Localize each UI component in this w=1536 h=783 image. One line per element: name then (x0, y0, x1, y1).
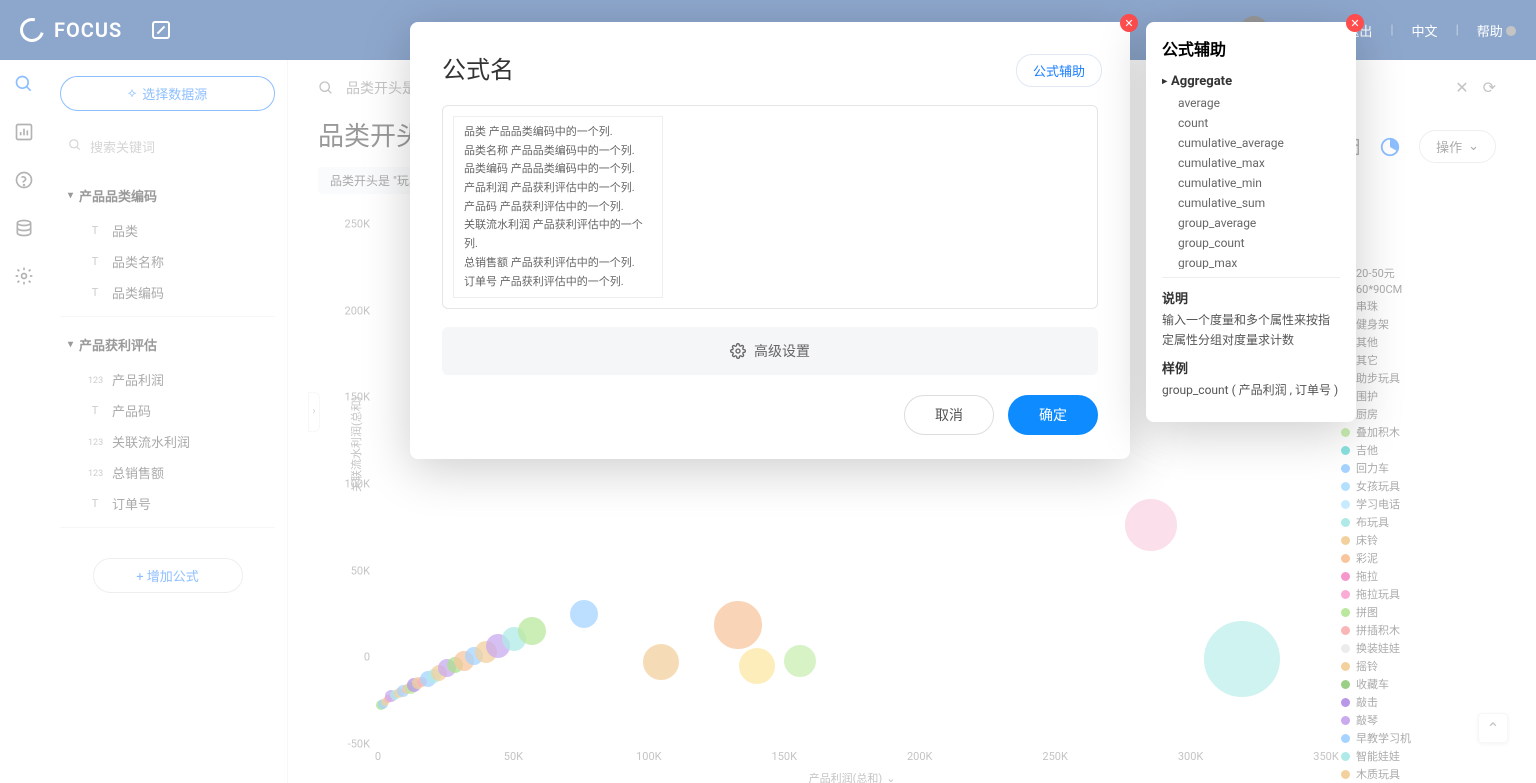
confirm-button[interactable]: 确定 (1008, 395, 1098, 435)
desc-heading: 说明 (1162, 288, 1340, 307)
function-list[interactable]: Aggregate averagecountcumulative_average… (1162, 70, 1340, 269)
hint-item[interactable]: 关联流水利润 产品获利评估中的一个列. (464, 216, 652, 253)
hint-item[interactable]: 总销售额 产品获利评估中的一个列. (464, 254, 652, 273)
function-item[interactable]: group_average (1162, 213, 1340, 233)
function-item[interactable]: cumulative_sum (1162, 193, 1340, 213)
formula-helper-panel: ✕ 公式辅助 Aggregate averagecountcumulative_… (1146, 22, 1356, 422)
cancel-button[interactable]: 取消 (904, 395, 994, 435)
function-item[interactable]: cumulative_max (1162, 153, 1340, 173)
function-description: 说明 输入一个度量和多个属性来按指定属性分组对度量求计数 样例 group_co… (1162, 277, 1340, 408)
autocomplete-hints[interactable]: 品类 产品品类编码中的一个列.品类名称 产品品类编码中的一个列.品类编码 产品品… (453, 116, 663, 298)
function-item[interactable]: group_max (1162, 253, 1340, 269)
modal-actions: 取消 确定 (442, 395, 1098, 435)
helper-title: 公式辅助 (1162, 36, 1340, 60)
hint-item[interactable]: 品类编码 产品品类编码中的一个列. (464, 160, 652, 179)
close-icon[interactable]: ✕ (1346, 14, 1364, 32)
hint-item[interactable]: 产品利润 产品获利评估中的一个列. (464, 179, 652, 198)
function-item[interactable]: count (1162, 113, 1340, 133)
gear-icon (730, 343, 746, 359)
function-item[interactable]: cumulative_average (1162, 133, 1340, 153)
function-item[interactable]: group_count (1162, 233, 1340, 253)
hint-item[interactable]: 订单号 产品获利评估中的一个列. (464, 273, 652, 292)
example-text: group_count ( 产品利润 , 订单号 ) (1162, 381, 1340, 400)
modal-title: 公式名 (442, 50, 1098, 85)
function-category[interactable]: Aggregate (1162, 70, 1340, 93)
hint-item[interactable]: 品类 产品品类编码中的一个列. (464, 123, 652, 142)
example-heading: 样例 (1162, 358, 1340, 377)
hint-item[interactable]: 产品码 产品获利评估中的一个列. (464, 198, 652, 217)
desc-text: 输入一个度量和多个属性来按指定属性分组对度量求计数 (1162, 311, 1340, 349)
function-item[interactable]: average (1162, 93, 1340, 113)
adv-settings-label: 高级设置 (754, 341, 810, 361)
formula-modal: ✕ 公式名 公式辅助 品类 产品品类编码中的一个列.品类名称 产品品类编码中的一… (410, 22, 1130, 459)
formula-editor[interactable]: 品类 产品品类编码中的一个列.品类名称 产品品类编码中的一个列.品类编码 产品品… (442, 105, 1098, 309)
function-item[interactable]: cumulative_min (1162, 173, 1340, 193)
advanced-settings-button[interactable]: 高级设置 (442, 327, 1098, 375)
hint-item[interactable]: 品类名称 产品品类编码中的一个列. (464, 142, 652, 161)
formula-helper-button[interactable]: 公式辅助 (1016, 54, 1102, 87)
close-icon[interactable]: ✕ (1120, 14, 1138, 32)
